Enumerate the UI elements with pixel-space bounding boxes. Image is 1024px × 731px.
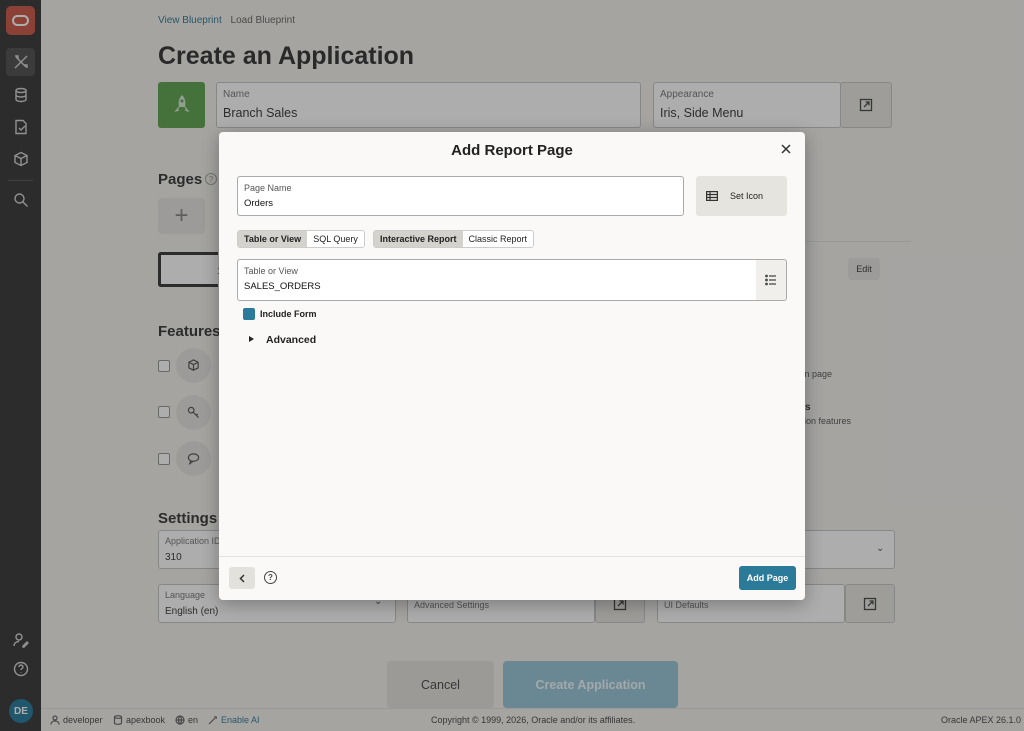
source-type-toggle: Table or View SQL Query: [237, 230, 365, 248]
table-lov-button[interactable]: [756, 259, 787, 301]
add-page-button[interactable]: Add Page: [739, 566, 796, 590]
report-type-toggle: Interactive Report Classic Report: [373, 230, 535, 248]
dialog-footer-divider: [219, 556, 805, 557]
list-icon: [765, 274, 776, 286]
set-icon-label: Set Icon: [730, 191, 764, 201]
back-button[interactable]: [229, 567, 255, 589]
chevron-left-icon: [238, 573, 245, 583]
include-form-label[interactable]: Include Form: [260, 309, 317, 319]
report-option-interactive[interactable]: Interactive Report: [374, 231, 463, 247]
table-or-view-input[interactable]: SALES_ORDERS: [244, 281, 321, 292]
add-report-page-dialog: Add Report Page Page Name Orders Set Ico…: [219, 132, 805, 600]
table-or-view-field[interactable]: Table or View SALES_ORDERS: [237, 259, 757, 301]
close-icon[interactable]: [779, 142, 793, 156]
table-or-view-label: Table or View: [244, 266, 298, 276]
include-form-checkbox[interactable]: [243, 308, 255, 320]
dialog-help-icon[interactable]: ?: [264, 571, 277, 584]
page-name-label: Page Name: [244, 183, 292, 193]
advanced-toggle[interactable]: Advanced: [266, 334, 316, 346]
source-option-table-or-view[interactable]: Table or View: [238, 231, 308, 247]
dialog-title: Add Report Page: [451, 142, 573, 159]
page-name-field[interactable]: Page Name Orders: [237, 176, 684, 216]
page-name-input[interactable]: Orders: [244, 198, 273, 209]
source-option-sql-query[interactable]: SQL Query: [307, 231, 364, 247]
expand-caret-icon[interactable]: [249, 336, 254, 342]
table-icon: [706, 191, 718, 201]
report-option-classic[interactable]: Classic Report: [462, 231, 534, 247]
set-icon-button[interactable]: Set Icon: [696, 176, 787, 216]
